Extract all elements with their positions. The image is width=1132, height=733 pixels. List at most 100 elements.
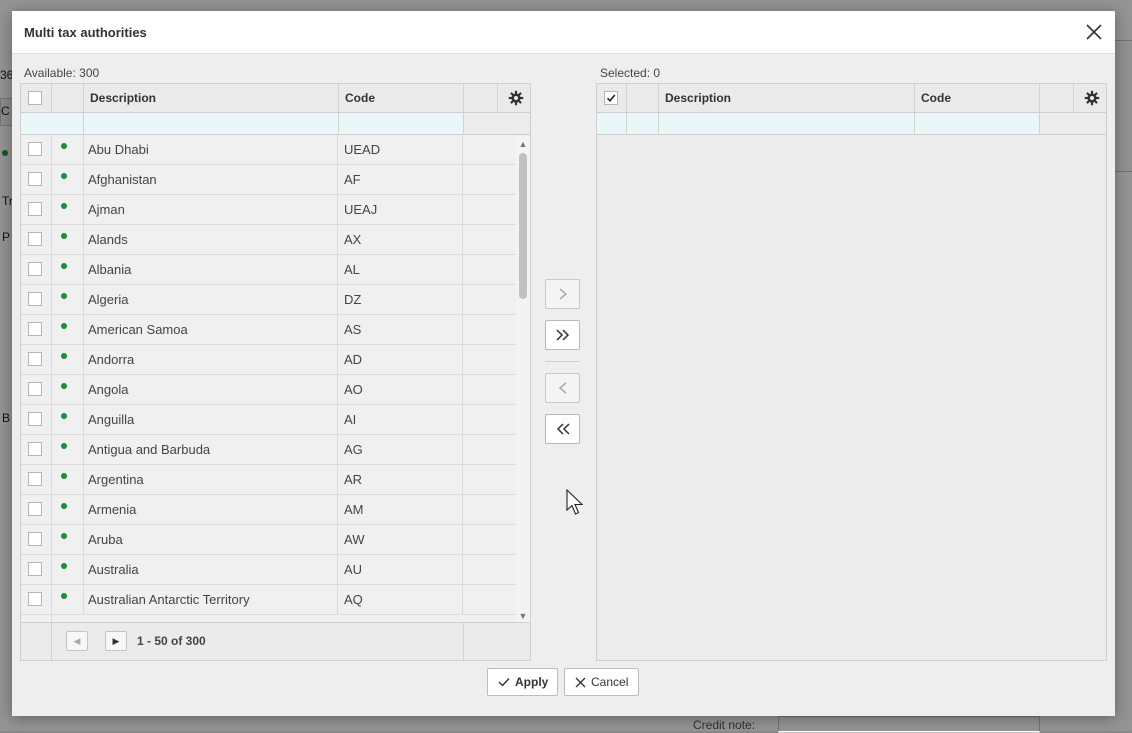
row-checkbox[interactable] (28, 412, 42, 426)
transfer-divider (545, 361, 580, 362)
row-code: UEAD (338, 135, 463, 164)
row-checkbox[interactable] (28, 562, 42, 576)
gear-icon[interactable] (508, 90, 524, 106)
status-dot-icon (61, 263, 67, 269)
row-checkbox[interactable] (28, 262, 42, 276)
available-filter-row (21, 113, 530, 135)
prev-page-icon[interactable]: ◀ (66, 631, 88, 651)
row-checkbox-cell (21, 135, 52, 164)
row-code: AQ (338, 585, 463, 614)
selected-select-all-checkbox[interactable] (604, 91, 618, 105)
status-dot-icon (61, 473, 67, 479)
selected-description-filter-input[interactable] (659, 113, 915, 134)
row-description: Abu Dhabi (83, 135, 338, 164)
selected-code-filter-input[interactable] (915, 113, 1040, 134)
selected-count-label: Selected: 0 (600, 66, 661, 80)
table-row[interactable]: American Samoa AS (21, 315, 516, 345)
table-row[interactable]: Andorra AD (21, 345, 516, 375)
code-column-header[interactable]: Code (339, 84, 464, 112)
gear-icon[interactable] (1084, 90, 1100, 106)
scrollbar-thumb[interactable] (519, 153, 527, 299)
row-checkbox[interactable] (28, 502, 42, 516)
multi-tax-authorities-dialog: Multi tax authorities Available: 300 Sel… (12, 11, 1115, 716)
selected-grid-header: Description Code (597, 84, 1106, 113)
row-code: AS (338, 315, 463, 344)
row-checkbox[interactable] (28, 442, 42, 456)
table-row[interactable]: Antigua and Barbuda AG (21, 435, 516, 465)
mouse-cursor-icon (566, 489, 584, 515)
table-row[interactable]: Angola AO (21, 375, 516, 405)
row-checkbox[interactable] (28, 142, 42, 156)
status-dot-icon (61, 143, 67, 149)
table-row[interactable]: Abu Dhabi UEAD (21, 135, 516, 165)
apply-button-label: Apply (515, 675, 549, 689)
empty-column-header (1040, 84, 1074, 112)
table-row[interactable]: Aruba AW (21, 525, 516, 555)
apply-button[interactable]: Apply (487, 668, 558, 696)
row-checkbox-cell (21, 525, 52, 554)
move-all-left-button[interactable] (545, 414, 580, 444)
row-status-cell (51, 285, 84, 314)
description-filter-input[interactable] (84, 113, 339, 134)
row-description: Armenia (83, 495, 338, 524)
table-row[interactable]: Australian Antarctic Territory AQ (21, 585, 516, 615)
row-checkbox-cell (21, 555, 52, 584)
scroll-up-icon[interactable]: ▲ (516, 139, 530, 149)
close-icon (575, 677, 586, 687)
double-chevron-right-icon (555, 329, 569, 341)
move-all-right-button[interactable] (545, 320, 580, 350)
row-description: Angola (83, 375, 338, 404)
select-all-checkbox[interactable] (28, 91, 42, 105)
row-checkbox[interactable] (28, 322, 42, 336)
table-row[interactable]: Armenia AM (21, 495, 516, 525)
row-checkbox[interactable] (28, 352, 42, 366)
row-checkbox[interactable] (28, 232, 42, 246)
row-code: AW (338, 525, 463, 554)
row-status-cell (51, 255, 84, 284)
table-row[interactable]: Afghanistan AF (21, 165, 516, 195)
select-all-cell (597, 84, 627, 112)
row-checkbox[interactable] (28, 592, 42, 606)
move-left-button[interactable] (545, 373, 580, 403)
double-chevron-left-icon (556, 423, 570, 435)
available-scrollbar[interactable]: ▲ ▼ (516, 136, 530, 624)
scroll-down-icon[interactable]: ▼ (516, 611, 530, 621)
row-checkbox[interactable] (28, 532, 42, 546)
available-count-label: Available: 300 (24, 66, 100, 80)
next-page-icon[interactable]: ▶ (105, 631, 127, 651)
row-description: Andorra (83, 345, 338, 374)
close-icon[interactable] (1083, 21, 1105, 43)
row-code: AR (338, 465, 463, 494)
table-row[interactable]: Albania AL (21, 255, 516, 285)
available-rows: Abu Dhabi UEAD Afghanistan AF Ajman UEAJ Aland… (21, 135, 530, 623)
row-description: American Samoa (83, 315, 338, 344)
row-checkbox[interactable] (28, 472, 42, 486)
select-all-cell (21, 84, 52, 112)
table-row[interactable]: Argentina AR (21, 465, 516, 495)
selected-code-column-header[interactable]: Code (915, 84, 1040, 112)
cancel-button[interactable]: Cancel (564, 668, 639, 696)
description-column-header[interactable]: Description (84, 84, 339, 112)
row-status-cell (51, 465, 84, 494)
row-description: Australia (83, 555, 338, 584)
row-checkbox[interactable] (28, 172, 42, 186)
table-row[interactable]: Australia AU (21, 555, 516, 585)
row-checkbox[interactable] (28, 382, 42, 396)
move-right-button[interactable] (545, 279, 580, 309)
status-dot-icon (61, 323, 67, 329)
row-status-cell (51, 555, 84, 584)
status-dot-icon (61, 293, 67, 299)
row-checkbox-cell (21, 405, 52, 434)
selected-description-column-header[interactable]: Description (659, 84, 915, 112)
status-dot-icon (61, 203, 67, 209)
row-code: AX (338, 225, 463, 254)
row-checkbox[interactable] (28, 292, 42, 306)
row-description: Algeria (83, 285, 338, 314)
code-filter-input[interactable] (339, 113, 464, 134)
table-row[interactable]: Ajman UEAJ (21, 195, 516, 225)
table-row[interactable]: Anguilla AI (21, 405, 516, 435)
table-row[interactable]: Algeria DZ (21, 285, 516, 315)
row-checkbox[interactable] (28, 202, 42, 216)
table-row[interactable]: Alands AX (21, 225, 516, 255)
empty-column-header (464, 84, 498, 112)
